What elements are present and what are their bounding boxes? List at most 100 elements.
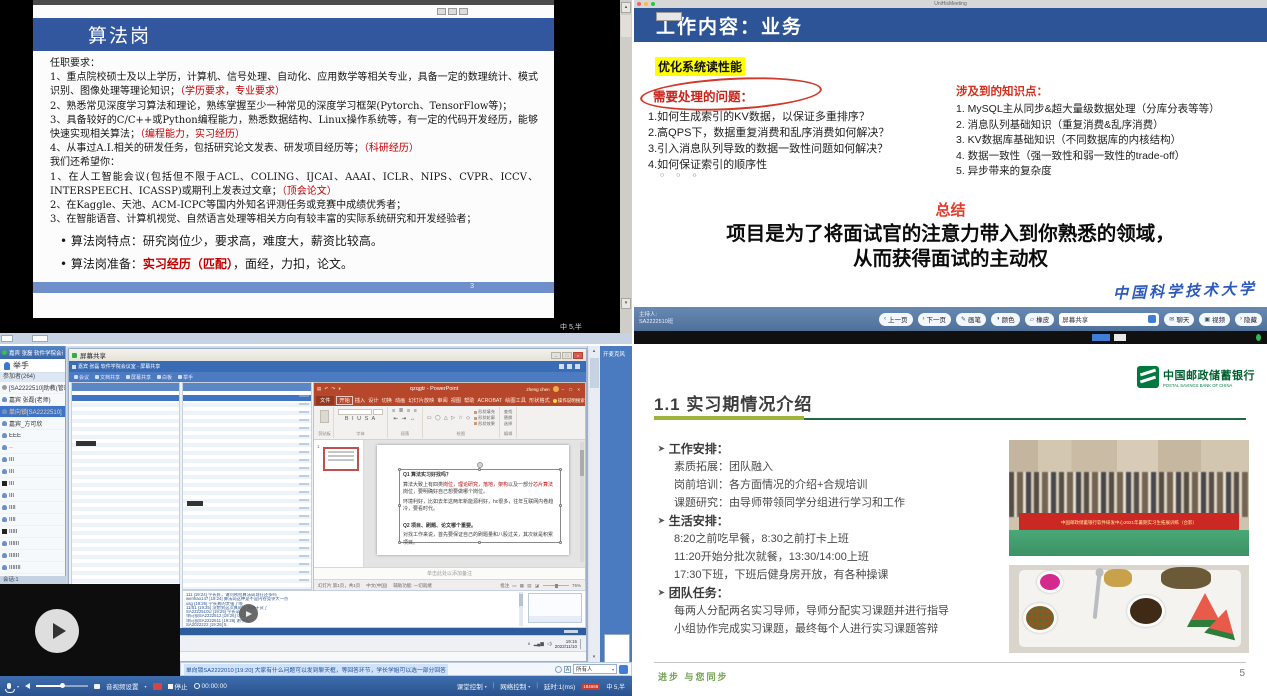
participant-row[interactable]: IIIII (0, 526, 65, 538)
zoom-level[interactable]: 76% (572, 583, 581, 588)
stop-button[interactable]: 停止 (168, 681, 188, 691)
next-page-button[interactable]: ›下一页 (918, 313, 952, 326)
tab-design[interactable]: 设计 (368, 397, 378, 404)
scroll-down-icon[interactable]: ▾ (588, 654, 600, 660)
resize-handle[interactable] (398, 541, 401, 544)
select-button[interactable]: 选择 (504, 422, 512, 427)
show-desktop-button[interactable] (580, 639, 582, 649)
align-icons[interactable]: ≡ ≣ ≡ ≡ (392, 408, 418, 415)
color-button[interactable]: ◑颜色 (991, 313, 1020, 326)
emoji-icon[interactable] (555, 666, 562, 673)
tell-me-search[interactable]: 操作说明搜索 (553, 398, 585, 404)
ribbon-group-drawing[interactable]: ▭ ◯ △ ▷ ☆ ◇ 形状填充形状轮廓形状效果 绘图 (423, 407, 500, 438)
speaker-icon[interactable] (25, 683, 30, 689)
outer-scrollbar[interactable]: ▴▾ (587, 346, 600, 662)
tab-home[interactable]: 开始 (337, 397, 351, 404)
tab-slideshow[interactable]: 幻灯片放映 (408, 397, 434, 404)
resize-handle[interactable] (398, 504, 401, 507)
tab-review[interactable]: 审阅 (437, 397, 447, 404)
close-button[interactable]: × (573, 352, 583, 359)
eraser-button[interactable]: ▱橡皮 (1025, 313, 1055, 326)
participant-row[interactable]: III (0, 478, 65, 490)
send-button[interactable] (619, 665, 628, 674)
scroll-thumb[interactable] (621, 15, 631, 37)
font-format-icons[interactable]: B I U S A (345, 416, 376, 423)
zoom-slider[interactable] (543, 585, 569, 586)
paste-icon[interactable] (320, 410, 329, 423)
tab-file[interactable]: 文件 (316, 396, 334, 405)
participant-row[interactable]: IIIIII (0, 538, 65, 550)
participant-row[interactable]: [SA2222510]助教(管理员) (0, 382, 65, 394)
tab-insert[interactable]: 插入 (355, 397, 365, 404)
prev-page-button[interactable]: ‹上一页 (879, 313, 913, 326)
screen-share-field[interactable]: 屏幕共享 (1059, 313, 1159, 326)
tab-draw-tools[interactable]: 绘图工具 (505, 397, 526, 404)
participant-row[interactable]: III (0, 454, 65, 466)
taskbar-clock[interactable]: 19:152022/11/10 (555, 639, 577, 649)
language-label[interactable]: 中文(中国) (366, 583, 387, 589)
secondary-play-button[interactable] (239, 604, 258, 623)
window-controls[interactable]: – □ × (562, 387, 582, 392)
scroll-up-icon[interactable]: ▴ (621, 2, 631, 13)
tab-acrobat[interactable]: ACROBAT (477, 398, 502, 404)
replace-button[interactable]: 替换 (504, 416, 512, 421)
slide-thumbnail[interactable] (323, 447, 359, 471)
view-mode-icons[interactable]: ▭ ▦ ▤ ◪ (512, 583, 540, 589)
resize-handle[interactable] (478, 541, 481, 544)
toolbar-chip-icon[interactable] (459, 8, 468, 15)
chevron-down-icon[interactable]: ▾ (17, 684, 19, 689)
font-style-icon[interactable]: A (564, 666, 571, 673)
scroll-down-icon[interactable]: ▾ (621, 298, 631, 309)
participant-row[interactable]: 嘉宾 张磊(老师) (0, 394, 65, 406)
participant-row[interactable]: ·· (0, 442, 65, 454)
volume-slider[interactable] (36, 685, 88, 687)
resize-handle[interactable] (398, 468, 401, 471)
notes-placeholder[interactable]: 单击此处以添加备注 (314, 567, 585, 579)
chat-button[interactable]: ✉聊天 (1164, 313, 1194, 326)
participant-row[interactable]: III (0, 466, 65, 478)
ribbon-group-editing[interactable]: 查找替换选择编辑 (500, 407, 517, 438)
toolbar-chip-icon[interactable] (437, 8, 446, 15)
hide-button[interactable]: ›隐藏 (1235, 313, 1262, 326)
volume-icon[interactable]: ◁) (547, 641, 552, 647)
quick-access-toolbar[interactable]: ▤ ↶ ↷ ▾ (317, 386, 342, 392)
av-settings-button[interactable]: 音视频设置 (106, 681, 139, 691)
slide-scrollbar[interactable] (580, 442, 584, 562)
indent-icons[interactable]: ⇤ ⇥ ↔ (394, 416, 417, 423)
microphone-icon[interactable] (7, 683, 11, 689)
ribbon-group-font[interactable]: B I U S A字体 (334, 407, 388, 438)
participant-row[interactable]: EEE (0, 430, 65, 442)
shape-effects[interactable]: 形状效果 (474, 422, 495, 427)
play-button[interactable] (35, 609, 79, 653)
toolbar-chip-icon[interactable] (448, 8, 457, 15)
resize-handle[interactable] (478, 468, 481, 471)
ribbon-group-paragraph[interactable]: ≡ ≣ ≡ ≡⇤ ⇥ ↔段落 (388, 407, 423, 438)
minimize-button[interactable]: – (551, 352, 561, 359)
participant-row-selected[interactable]: 单向锁[SA2222510] (0, 406, 65, 418)
chevron-down-icon[interactable]: ▾ (145, 684, 147, 689)
network-icon[interactable]: ▂▄▆ (534, 641, 544, 647)
tab-view[interactable]: 视图 (451, 397, 461, 404)
selected-textbox[interactable]: Q1 算法实习好找吗？ 算法大致上有四类岗位，理论研究，落地，架构以及一部分芯片… (399, 469, 561, 543)
tab-shape-format[interactable]: 形状格式 (529, 397, 550, 404)
shape-outline[interactable]: 形状轮廓 (474, 416, 495, 421)
participant-row[interactable]: III (0, 490, 65, 502)
chat-scrollbar[interactable] (519, 592, 523, 626)
participant-row[interactable]: IIIIIII (0, 562, 65, 574)
send-to-dropdown[interactable]: 所有人▾ (573, 664, 617, 674)
slide-thumbnail-pane[interactable]: 1 (314, 440, 364, 567)
tab-help[interactable]: 帮助 (464, 397, 474, 404)
pen-button[interactable]: ✎画笔 (956, 313, 986, 326)
scroll-up-icon[interactable]: ▴ (588, 348, 600, 354)
remote-tool[interactable]: 屏幕共享 (126, 374, 151, 381)
resize-handle[interactable] (559, 504, 562, 507)
participant-row[interactable]: IIII (0, 502, 65, 514)
raise-hand-button[interactable]: 举手 (0, 359, 65, 373)
scrollbar[interactable]: ▴▾ (620, 0, 632, 333)
font-size-box[interactable] (373, 409, 383, 415)
tab-animations[interactable]: 动画 (395, 397, 405, 404)
scroll-thumb[interactable] (590, 358, 599, 388)
ppt-slide[interactable]: Q1 算法实习好找吗？ 算法大致上有四类岗位，理论研究，落地，架构以及一部分芯片… (377, 445, 569, 555)
participant-row[interactable]: IIIIII (0, 550, 65, 562)
class-control-dropdown[interactable]: 课堂控制▾ (457, 681, 487, 691)
